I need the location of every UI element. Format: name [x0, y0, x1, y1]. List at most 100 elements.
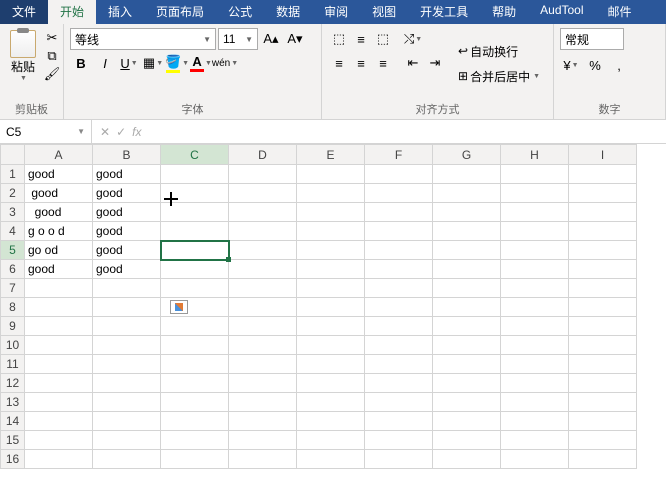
cell[interactable]: [433, 317, 501, 336]
cell[interactable]: good: [93, 184, 161, 203]
tab-help[interactable]: 帮助: [480, 0, 528, 24]
align-bottom-button[interactable]: ⬚: [372, 28, 394, 50]
cell[interactable]: [569, 317, 637, 336]
cell[interactable]: [229, 336, 297, 355]
align-middle-button[interactable]: ≡: [350, 28, 372, 50]
column-header[interactable]: B: [93, 145, 161, 165]
cell[interactable]: [569, 241, 637, 260]
column-header[interactable]: D: [229, 145, 297, 165]
orientation-button[interactable]: ⤭▼: [402, 28, 424, 50]
cell[interactable]: [229, 374, 297, 393]
cell[interactable]: [297, 450, 365, 469]
cell[interactable]: [501, 355, 569, 374]
cell[interactable]: [297, 336, 365, 355]
font-size-combo[interactable]: 11 ▼: [218, 28, 258, 50]
cell[interactable]: [433, 431, 501, 450]
cell[interactable]: [161, 317, 229, 336]
cell[interactable]: [229, 241, 297, 260]
cell[interactable]: [501, 450, 569, 469]
decrease-font-button[interactable]: A▾: [284, 28, 306, 50]
tab-audtool[interactable]: AudTool: [528, 0, 595, 24]
cell[interactable]: [93, 393, 161, 412]
cell[interactable]: [501, 336, 569, 355]
cell[interactable]: [501, 184, 569, 203]
tab-file[interactable]: 文件: [0, 0, 48, 24]
cell[interactable]: [25, 279, 93, 298]
cell[interactable]: [229, 222, 297, 241]
cell[interactable]: [433, 412, 501, 431]
cell[interactable]: [569, 279, 637, 298]
merge-center-button[interactable]: ⊞ 合并后居中 ▼: [454, 66, 544, 87]
select-all-corner[interactable]: [1, 145, 25, 165]
cell[interactable]: [161, 165, 229, 184]
row-header[interactable]: 13: [1, 393, 25, 412]
cell[interactable]: [161, 393, 229, 412]
row-header[interactable]: 14: [1, 412, 25, 431]
cell[interactable]: [161, 241, 229, 260]
cell[interactable]: [161, 412, 229, 431]
cell[interactable]: [501, 222, 569, 241]
underline-button[interactable]: U▼: [118, 52, 140, 74]
row-header[interactable]: 9: [1, 317, 25, 336]
cell[interactable]: [93, 450, 161, 469]
cell[interactable]: [93, 279, 161, 298]
align-left-button[interactable]: ≡: [328, 52, 350, 74]
align-top-button[interactable]: ⬚: [328, 28, 350, 50]
fx-button[interactable]: fx: [132, 125, 141, 139]
cell[interactable]: [433, 450, 501, 469]
cell[interactable]: [365, 298, 433, 317]
cell[interactable]: [569, 355, 637, 374]
cell[interactable]: [229, 450, 297, 469]
tab-data[interactable]: 数据: [264, 0, 312, 24]
cell[interactable]: good: [25, 203, 93, 222]
cell[interactable]: [229, 317, 297, 336]
cell[interactable]: [433, 298, 501, 317]
tab-page-layout[interactable]: 页面布局: [144, 0, 216, 24]
cell[interactable]: [433, 260, 501, 279]
align-right-button[interactable]: ≡: [372, 52, 394, 74]
tab-developer[interactable]: 开发工具: [408, 0, 480, 24]
cell[interactable]: [569, 431, 637, 450]
tab-mail[interactable]: 邮件: [596, 0, 644, 24]
cell[interactable]: good: [93, 222, 161, 241]
tab-insert[interactable]: 插入: [96, 0, 144, 24]
cell[interactable]: [297, 260, 365, 279]
cell[interactable]: [297, 165, 365, 184]
formula-input[interactable]: [149, 130, 666, 134]
cell[interactable]: [569, 203, 637, 222]
bold-button[interactable]: B: [70, 52, 92, 74]
cell[interactable]: [501, 393, 569, 412]
cell[interactable]: [365, 260, 433, 279]
cell[interactable]: [569, 222, 637, 241]
paste-button[interactable]: 粘贴 ▼: [6, 28, 40, 84]
row-header[interactable]: 11: [1, 355, 25, 374]
cell[interactable]: [501, 298, 569, 317]
cell[interactable]: [365, 450, 433, 469]
cell[interactable]: [297, 203, 365, 222]
cell[interactable]: [229, 355, 297, 374]
row-header[interactable]: 3: [1, 203, 25, 222]
cell[interactable]: [365, 222, 433, 241]
cell[interactable]: [501, 317, 569, 336]
tab-formulas[interactable]: 公式: [216, 0, 264, 24]
cell[interactable]: [365, 203, 433, 222]
row-header[interactable]: 10: [1, 336, 25, 355]
cell[interactable]: [501, 165, 569, 184]
cell[interactable]: [25, 450, 93, 469]
cell[interactable]: [161, 184, 229, 203]
cell[interactable]: [25, 412, 93, 431]
cell[interactable]: [25, 355, 93, 374]
wrap-text-button[interactable]: ↩ 自动换行: [454, 41, 544, 62]
cut-button[interactable]: ✂: [44, 30, 60, 46]
smart-tag-button[interactable]: [170, 300, 188, 314]
cell[interactable]: [229, 393, 297, 412]
cell[interactable]: [433, 203, 501, 222]
cell[interactable]: good: [25, 184, 93, 203]
cell[interactable]: [297, 184, 365, 203]
cell[interactable]: [25, 336, 93, 355]
cell[interactable]: [365, 336, 433, 355]
cell[interactable]: [161, 260, 229, 279]
name-box[interactable]: C5 ▼: [0, 120, 92, 143]
cell[interactable]: g o o d: [25, 222, 93, 241]
cell[interactable]: [569, 450, 637, 469]
